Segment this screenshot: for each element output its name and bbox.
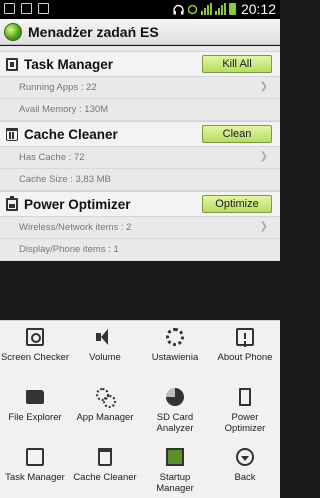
section-cache-cleaner: Cache Cleaner Clean	[0, 121, 280, 147]
main-content: Task Manager Kill All Running Apps : 22 …	[0, 46, 280, 261]
status-bar: 20:12	[0, 0, 280, 19]
menu-item-label: File Explorer	[8, 412, 62, 423]
row-text: Cache Size : 3,83 MB	[19, 174, 111, 185]
startup-chart-icon	[166, 448, 184, 466]
trash-icon	[6, 127, 18, 141]
gear-icon	[166, 328, 184, 346]
section-power-optimizer: Power Optimizer Optimize	[0, 191, 280, 217]
section-title: Cache Cleaner	[24, 126, 118, 142]
sync-icon	[187, 4, 198, 14]
gears-icon	[96, 388, 116, 408]
chevron-right-icon: ❯	[259, 221, 268, 232]
notification-sd-icon	[21, 3, 32, 14]
menu-item-label: About Phone	[217, 352, 273, 363]
status-icons: 20:12	[173, 1, 276, 17]
notification-app-icon	[4, 3, 15, 14]
wifi-signal-icon	[200, 3, 212, 15]
options-menu: Screen Checker Volume Ustawienia About P…	[0, 320, 280, 498]
row-text: Has Cache : 72	[19, 152, 85, 163]
menu-item-back[interactable]: Back	[210, 441, 280, 498]
trash-icon	[98, 448, 112, 466]
task-manager-icon	[6, 57, 18, 71]
kill-all-button[interactable]: Kill All	[202, 55, 272, 73]
status-clock: 20:12	[240, 1, 276, 17]
chevron-right-icon: ❯	[259, 81, 268, 92]
menu-item-label: Back	[234, 472, 256, 483]
menu-item-label: Power Optimizer	[224, 412, 266, 434]
cell-signal-icon	[214, 3, 226, 15]
battery-status-icon	[228, 3, 236, 15]
menu-item-startup-manager[interactable]: Startup Manager	[140, 441, 210, 498]
menu-item-label: Startup Manager	[156, 472, 194, 494]
section-title: Power Optimizer	[24, 196, 131, 212]
task-manager-icon	[26, 448, 44, 466]
wireless-items-row[interactable]: Wireless/Network items : 2 ❯	[0, 217, 280, 239]
menu-item-sd-card-analyzer[interactable]: SD Card Analyzer	[140, 381, 210, 439]
menu-item-label: Cache Cleaner	[73, 472, 137, 483]
headphones-icon	[173, 4, 184, 14]
info-icon	[236, 328, 254, 346]
menu-item-screen-checker[interactable]: Screen Checker	[0, 321, 70, 379]
menu-item-app-manager[interactable]: App Manager	[70, 381, 140, 439]
chevron-right-icon: ❯	[259, 151, 268, 162]
menu-item-cache-cleaner[interactable]: Cache Cleaner	[70, 441, 140, 498]
display-items-row: Display/Phone items : 1	[0, 239, 280, 261]
cache-size-row: Cache Size : 3,83 MB	[0, 169, 280, 191]
menu-item-label: SD Card Analyzer	[156, 412, 194, 434]
row-text: Avail Memory : 130M	[19, 104, 109, 115]
running-apps-row[interactable]: Running Apps : 22 ❯	[0, 77, 280, 99]
menu-item-volume[interactable]: Volume	[70, 321, 140, 379]
battery-icon	[239, 388, 251, 406]
section-title: Task Manager	[24, 56, 114, 72]
menu-item-settings[interactable]: Ustawienia	[140, 321, 210, 379]
menu-item-task-manager[interactable]: Task Manager	[0, 441, 70, 498]
row-text: Display/Phone items : 1	[19, 244, 119, 255]
menu-item-label: Volume	[89, 352, 121, 363]
menu-item-power-optimizer[interactable]: Power Optimizer	[210, 381, 280, 439]
has-cache-row[interactable]: Has Cache : 72 ❯	[0, 147, 280, 169]
back-icon	[236, 448, 254, 466]
notification-image-icon	[38, 3, 49, 14]
battery-icon	[6, 195, 18, 211]
optimize-button[interactable]: Optimize	[202, 195, 272, 213]
pie-chart-icon	[166, 388, 184, 406]
screen-checker-icon	[26, 328, 44, 346]
row-text: Running Apps : 22	[19, 82, 97, 93]
section-task-manager: Task Manager Kill All	[0, 51, 280, 77]
app-logo-icon	[4, 22, 22, 41]
menu-item-label: Screen Checker	[0, 352, 70, 363]
avail-memory-row: Avail Memory : 130M	[0, 99, 280, 121]
notification-icons	[4, 3, 49, 14]
folder-icon	[26, 390, 44, 404]
menu-item-about-phone[interactable]: About Phone	[210, 321, 280, 379]
clean-button[interactable]: Clean	[202, 125, 272, 143]
menu-item-label: Task Manager	[5, 472, 65, 483]
title-bar: Menadżer zadań ES	[0, 19, 280, 45]
row-text: Wireless/Network items : 2	[19, 222, 132, 233]
app-title: Menadżer zadań ES	[28, 23, 159, 40]
menu-item-file-explorer[interactable]: File Explorer	[0, 381, 70, 439]
menu-item-label: Ustawienia	[151, 352, 199, 363]
menu-item-label: App Manager	[76, 412, 134, 423]
speaker-icon	[96, 328, 114, 346]
